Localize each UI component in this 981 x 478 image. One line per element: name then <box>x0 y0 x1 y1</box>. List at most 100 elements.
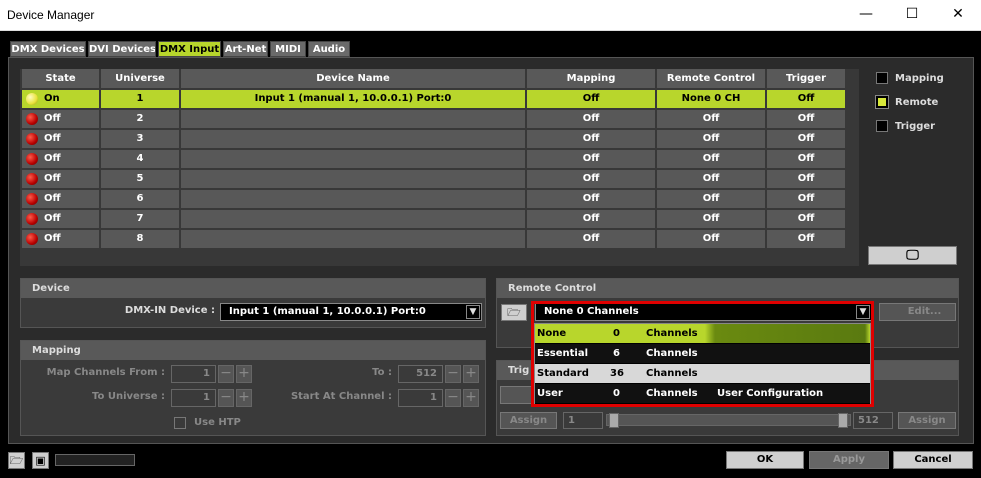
trigger-legend-label: Trigger <box>895 121 936 132</box>
mapping-cell[interactable]: Off <box>527 170 655 188</box>
mapping-cell[interactable]: Off <box>527 190 655 208</box>
map-from-label: Map Channels From : <box>46 367 165 378</box>
tab-dmx-devices[interactable]: DMX Devices <box>10 41 86 57</box>
start-channel-minus-button[interactable]: − <box>445 389 461 407</box>
map-from-minus-button[interactable]: − <box>218 365 234 383</box>
start-channel-input[interactable]: 1 <box>398 389 443 407</box>
universe-cell[interactable]: 1 <box>101 90 179 108</box>
trigger-cell[interactable]: Off <box>767 90 845 108</box>
universe-cell[interactable]: 7 <box>101 210 179 228</box>
close-icon[interactable]: ✕ <box>935 0 981 30</box>
remote-control-cell[interactable]: Off <box>657 170 765 188</box>
start-channel-label: Start At Channel : <box>290 391 392 402</box>
tab-dmx-input[interactable]: DMX Input <box>158 41 221 57</box>
remote-control-cell[interactable]: Off <box>657 110 765 128</box>
remote-control-cell[interactable]: Off <box>657 210 765 228</box>
col-mapping[interactable]: Mapping <box>527 69 655 88</box>
save-icon[interactable]: ▣ <box>32 452 49 469</box>
assign-right-button[interactable]: Assign <box>898 412 956 429</box>
to-universe-minus-button[interactable]: − <box>218 389 234 407</box>
open-folder-icon[interactable]: 🗁 <box>501 304 527 321</box>
mapping-legend-swatch <box>876 72 888 84</box>
mapping-cell[interactable]: Off <box>527 210 655 228</box>
trigger-cell[interactable]: Off <box>767 150 845 168</box>
state-off-led-icon <box>26 193 38 205</box>
edit-button[interactable]: Edit... <box>879 303 956 321</box>
universe-cell[interactable]: 3 <box>101 130 179 148</box>
col-remote-control[interactable]: Remote Control <box>657 69 765 88</box>
device-name-cell[interactable] <box>181 210 525 228</box>
monitor-button[interactable]: 🖵 <box>868 246 957 265</box>
open-file-icon[interactable]: 🗁 <box>8 452 25 469</box>
device-name-cell[interactable] <box>181 230 525 248</box>
tab-dvi-devices[interactable]: DVI Devices <box>88 41 156 57</box>
chevron-down-icon[interactable]: ▼ <box>466 305 480 319</box>
trigger-cell[interactable]: Off <box>767 110 845 128</box>
remote-control-cell[interactable]: Off <box>657 230 765 248</box>
device-name-cell[interactable] <box>181 150 525 168</box>
to-label: To : <box>372 367 392 378</box>
device-name-cell[interactable] <box>181 110 525 128</box>
trigger-cell[interactable]: Off <box>767 210 845 228</box>
remote-control-header: Remote Control <box>497 279 958 298</box>
tab-midi[interactable]: MIDI <box>270 41 306 57</box>
remote-legend-label: Remote <box>895 97 939 108</box>
highlight-annotation-box <box>531 301 874 407</box>
map-from-plus-button[interactable]: + <box>236 365 252 383</box>
device-name-cell[interactable] <box>181 170 525 188</box>
title-bar: Device Manager — ☐ ✕ <box>0 0 981 31</box>
trigger-to-input[interactable]: 512 <box>853 412 893 429</box>
to-input[interactable]: 512 <box>398 365 443 383</box>
universe-cell[interactable]: 5 <box>101 170 179 188</box>
device-name-cell[interactable]: Input 1 (manual 1, 10.0.0.1) Port:0 <box>181 90 525 108</box>
device-name-cell[interactable] <box>181 130 525 148</box>
device-section-header: Device <box>21 279 485 298</box>
mapping-cell[interactable]: Off <box>527 130 655 148</box>
universe-cell[interactable]: 8 <box>101 230 179 248</box>
mapping-cell[interactable]: Off <box>527 150 655 168</box>
remote-control-cell[interactable]: Off <box>657 190 765 208</box>
use-htp-checkbox[interactable] <box>174 417 186 429</box>
dmx-in-device-combo[interactable]: Input 1 (manual 1, 10.0.0.1) Port:0 ▼ <box>220 303 482 321</box>
minimize-icon[interactable]: — <box>843 0 889 30</box>
cancel-button[interactable]: Cancel <box>893 451 973 469</box>
device-name-cell[interactable] <box>181 190 525 208</box>
to-plus-button[interactable]: + <box>463 365 479 383</box>
mapping-cell[interactable]: Off <box>527 110 655 128</box>
trigger-cell[interactable]: Off <box>767 170 845 188</box>
col-device-name[interactable]: Device Name <box>181 69 525 88</box>
tab-audio[interactable]: Audio <box>308 41 350 57</box>
col-state[interactable]: State <box>22 69 99 88</box>
tab-art-net[interactable]: Art-Net <box>223 41 268 57</box>
trigger-cell[interactable]: Off <box>767 190 845 208</box>
universe-cell[interactable]: 2 <box>101 110 179 128</box>
universe-cell[interactable]: 4 <box>101 150 179 168</box>
slider-handle-right[interactable] <box>838 413 848 428</box>
start-channel-plus-button[interactable]: + <box>463 389 479 407</box>
mapping-cell[interactable]: Off <box>527 230 655 248</box>
map-from-input[interactable]: 1 <box>171 365 216 383</box>
trigger-cell[interactable]: Off <box>767 230 845 248</box>
apply-button[interactable]: Apply <box>809 451 889 469</box>
ok-button[interactable]: OK <box>726 451 804 469</box>
trigger-from-input[interactable]: 1 <box>563 412 603 429</box>
assign-left-button[interactable]: Assign <box>500 412 557 429</box>
to-minus-button[interactable]: − <box>445 365 461 383</box>
universe-cell[interactable]: 6 <box>101 190 179 208</box>
maximize-icon[interactable]: ☐ <box>889 0 935 30</box>
trigger-cell[interactable]: Off <box>767 130 845 148</box>
trigger-range-slider[interactable] <box>606 413 851 428</box>
edit-label: Edit... <box>907 306 942 317</box>
state-off-led-icon <box>26 213 38 225</box>
col-universe[interactable]: Universe <box>101 69 179 88</box>
mapping-legend-label: Mapping <box>895 73 944 84</box>
to-universe-plus-button[interactable]: + <box>236 389 252 407</box>
remote-control-cell[interactable]: Off <box>657 130 765 148</box>
remote-control-cell[interactable]: None 0 CH <box>657 90 765 108</box>
remote-control-cell[interactable]: Off <box>657 150 765 168</box>
mapping-cell[interactable]: Off <box>527 90 655 108</box>
dmx-in-device-label: DMX-IN Device : <box>124 305 215 316</box>
col-trigger[interactable]: Trigger <box>767 69 845 88</box>
slider-handle-left[interactable] <box>609 413 619 428</box>
to-universe-input[interactable]: 1 <box>171 389 216 407</box>
